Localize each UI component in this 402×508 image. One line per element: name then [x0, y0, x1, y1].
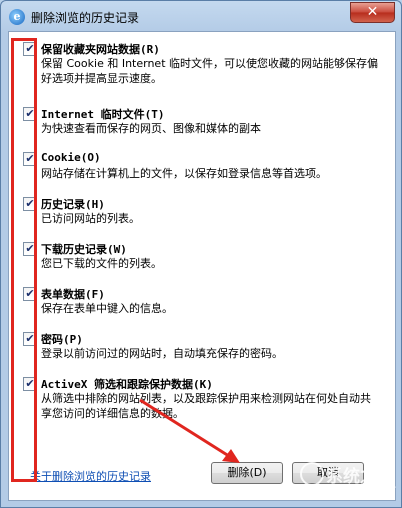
window-title: 删除浏览的历史记录 [31, 11, 140, 25]
option-description: 保存在表单中键入的信息。 [41, 302, 173, 315]
watermark: 系统之家 XITONGZHIJIA.NET [300, 462, 400, 502]
checkbox-highlight-box [11, 38, 37, 482]
option-description: 从筛选中排除的网站列表，以及跟踪保护用来检测网站在何处自动共享您访问的详细信息的… [41, 392, 371, 420]
watermark-logo-icon [300, 462, 324, 486]
option-title: 下载历史记录(W) [41, 243, 127, 256]
option-title: Internet 临时文件(T) [41, 108, 165, 121]
option-description: 为快速查看而保存的网页、图像和媒体的副本 [41, 122, 261, 135]
delete-button[interactable]: 删除(D) [211, 462, 283, 484]
option-description: 登录以前访问过的网站时，自动填充保存的密码。 [41, 347, 283, 360]
option-title: Cookie(O) [41, 151, 101, 164]
option-description: 已访问网站的列表。 [41, 212, 140, 225]
option-description: 网站存储在计算机上的文件，以保存如登录信息等首选项。 [41, 167, 327, 180]
option-description: 保留 Cookie 和 Internet 临时文件，可以使您收藏的网站能够保存偏… [41, 57, 378, 85]
option-title: ActiveX 筛选和跟踪保护数据(K) [41, 378, 213, 391]
option-title: 表单数据(F) [41, 288, 105, 301]
title-bar[interactable]: e 删除浏览的历史记录 ✕ [1, 1, 401, 31]
internet-explorer-icon: e [9, 9, 25, 25]
option-title: 保留收藏夹网站数据(R) [41, 43, 160, 56]
watermark-subtext: XITONGZHIJIA.NET [302, 486, 396, 496]
option-title: 历史记录(H) [41, 198, 105, 211]
dialog-window: e 删除浏览的历史记录 ✕ ✔ 保留收藏夹网站数据(R) 保留 Cookie 和… [0, 0, 402, 508]
watermark-text: 系统之家 [326, 467, 394, 487]
about-delete-history-link[interactable]: 关于删除浏览的历史记录 [30, 468, 151, 484]
close-button[interactable]: ✕ [350, 2, 395, 23]
option-title: 密码(P) [41, 333, 83, 346]
dialog-content: ✔ 保留收藏夹网站数据(R) 保留 Cookie 和 Internet 临时文件… [8, 31, 396, 501]
option-description: 您已下载的文件的列表。 [41, 257, 162, 270]
